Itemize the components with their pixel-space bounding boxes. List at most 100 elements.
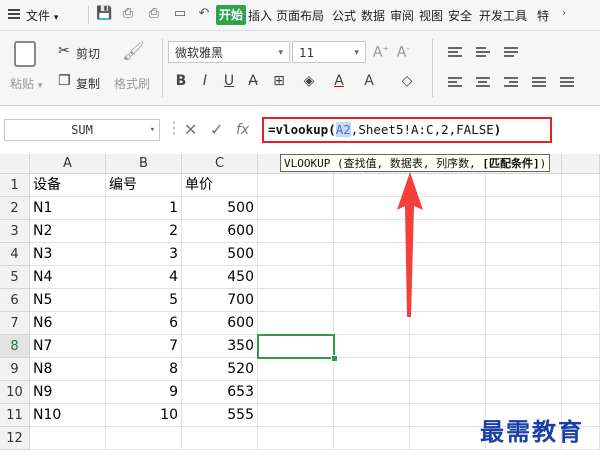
table-cell[interactable] [410, 381, 486, 404]
table-cell[interactable] [106, 427, 182, 450]
file-menu[interactable]: 文件 ▾ [26, 7, 58, 24]
increase-font-icon[interactable]: A+ [372, 44, 390, 61]
table-cell[interactable]: N8 [30, 358, 106, 381]
table-cell[interactable] [562, 266, 600, 289]
menu-icon[interactable] [8, 9, 20, 19]
row-header[interactable]: 4 [0, 243, 30, 266]
align-top-icon[interactable] [448, 47, 462, 59]
table-cell[interactable] [258, 312, 334, 335]
table-cell[interactable]: N3 [30, 243, 106, 266]
tab-formulas[interactable]: 公式 [332, 7, 356, 24]
tab-home[interactable]: 开始 [216, 5, 246, 25]
font-size-select[interactable]: 11 ▾ [292, 41, 366, 63]
table-cell[interactable]: 700 [182, 289, 258, 312]
column-header-a[interactable]: A [30, 154, 106, 174]
table-cell[interactable] [486, 358, 562, 381]
table-cell[interactable]: N7 [30, 335, 106, 358]
preview-icon[interactable]: ▭ [172, 6, 188, 22]
row-header[interactable]: 10 [0, 381, 30, 404]
table-cell[interactable] [486, 312, 562, 335]
table-cell[interactable] [486, 174, 562, 197]
table-cell[interactable] [562, 335, 600, 358]
print-icon[interactable]: ⎙ [146, 6, 162, 22]
table-cell[interactable] [258, 404, 334, 427]
table-cell[interactable]: 8 [106, 358, 182, 381]
table-cell[interactable] [562, 197, 600, 220]
table-cell[interactable] [182, 427, 258, 450]
table-cell[interactable] [258, 427, 334, 450]
copy-button[interactable]: 复制 [76, 75, 100, 92]
table-cell[interactable] [410, 335, 486, 358]
table-cell[interactable]: 编号 [106, 174, 182, 197]
align-middle-icon[interactable] [476, 47, 490, 59]
tab-security[interactable]: 安全 [448, 7, 472, 24]
decrease-font-icon[interactable]: A- [394, 44, 412, 61]
table-cell[interactable]: 350 [182, 335, 258, 358]
copy-icon[interactable]: ❐ [58, 73, 71, 89]
table-cell[interactable]: 10 [106, 404, 182, 427]
paste-icon[interactable] [14, 41, 36, 67]
table-cell[interactable] [486, 220, 562, 243]
table-cell[interactable]: 4 [106, 266, 182, 289]
cancel-icon[interactable]: ✕ [184, 120, 197, 139]
format-painter-icon[interactable]: 🖌 [122, 41, 145, 62]
row-header[interactable]: 3 [0, 220, 30, 243]
font-name-select[interactable]: 微软雅黑 ▾ [168, 41, 290, 63]
confirm-icon[interactable]: ✓ [210, 120, 223, 139]
column-header-b[interactable]: B [106, 154, 182, 174]
table-cell[interactable] [562, 358, 600, 381]
table-cell[interactable]: 设备 [30, 174, 106, 197]
table-cell[interactable] [258, 266, 334, 289]
table-cell[interactable]: 555 [182, 404, 258, 427]
distribute-icon[interactable] [560, 77, 574, 89]
column-header-c[interactable]: C [182, 154, 258, 174]
table-cell[interactable] [258, 289, 334, 312]
table-cell[interactable] [258, 220, 334, 243]
table-cell[interactable]: 653 [182, 381, 258, 404]
tab-view[interactable]: 视图 [419, 7, 443, 24]
table-cell[interactable] [334, 404, 410, 427]
undo-icon[interactable]: ↶ [196, 6, 212, 22]
table-cell[interactable] [562, 381, 600, 404]
selected-cell[interactable] [257, 334, 335, 359]
fx-icon[interactable]: fx [236, 122, 249, 138]
table-cell[interactable]: N9 [30, 381, 106, 404]
table-cell[interactable] [562, 289, 600, 312]
row-header[interactable]: 12 [0, 427, 30, 450]
table-cell[interactable] [410, 404, 486, 427]
strikethrough-icon[interactable]: A̶ [244, 73, 262, 89]
table-cell[interactable]: N6 [30, 312, 106, 335]
align-left-icon[interactable] [448, 77, 462, 89]
table-cell[interactable]: 600 [182, 220, 258, 243]
table-cell[interactable]: 500 [182, 243, 258, 266]
table-cell[interactable]: 500 [182, 197, 258, 220]
table-cell[interactable] [30, 427, 106, 450]
column-header-h[interactable] [562, 154, 600, 174]
table-cell[interactable] [410, 358, 486, 381]
table-cell[interactable]: 7 [106, 335, 182, 358]
name-box[interactable]: SUM ▾ [4, 119, 160, 141]
table-cell[interactable] [334, 335, 410, 358]
table-cell[interactable] [258, 174, 334, 197]
table-cell[interactable] [258, 381, 334, 404]
table-cell[interactable]: 2 [106, 220, 182, 243]
justify-icon[interactable] [532, 77, 546, 89]
format-painter-button[interactable]: 格式刷 [114, 75, 150, 92]
row-header[interactable]: 11 [0, 404, 30, 427]
table-cell[interactable] [562, 174, 600, 197]
table-cell[interactable] [486, 197, 562, 220]
table-cell[interactable]: 单价 [182, 174, 258, 197]
align-bottom-icon[interactable] [504, 47, 518, 59]
tab-special[interactable]: 特 [537, 7, 549, 24]
table-cell[interactable] [486, 266, 562, 289]
select-all-corner[interactable] [0, 154, 30, 174]
table-cell[interactable] [562, 312, 600, 335]
table-cell[interactable]: 6 [106, 312, 182, 335]
table-cell[interactable]: 600 [182, 312, 258, 335]
tab-insert[interactable]: 插入 [248, 7, 272, 24]
export-pdf-icon[interactable]: ⎙ [120, 6, 136, 22]
row-header[interactable]: 9 [0, 358, 30, 381]
row-header[interactable]: 6 [0, 289, 30, 312]
table-cell[interactable]: N2 [30, 220, 106, 243]
table-cell[interactable] [334, 427, 410, 450]
